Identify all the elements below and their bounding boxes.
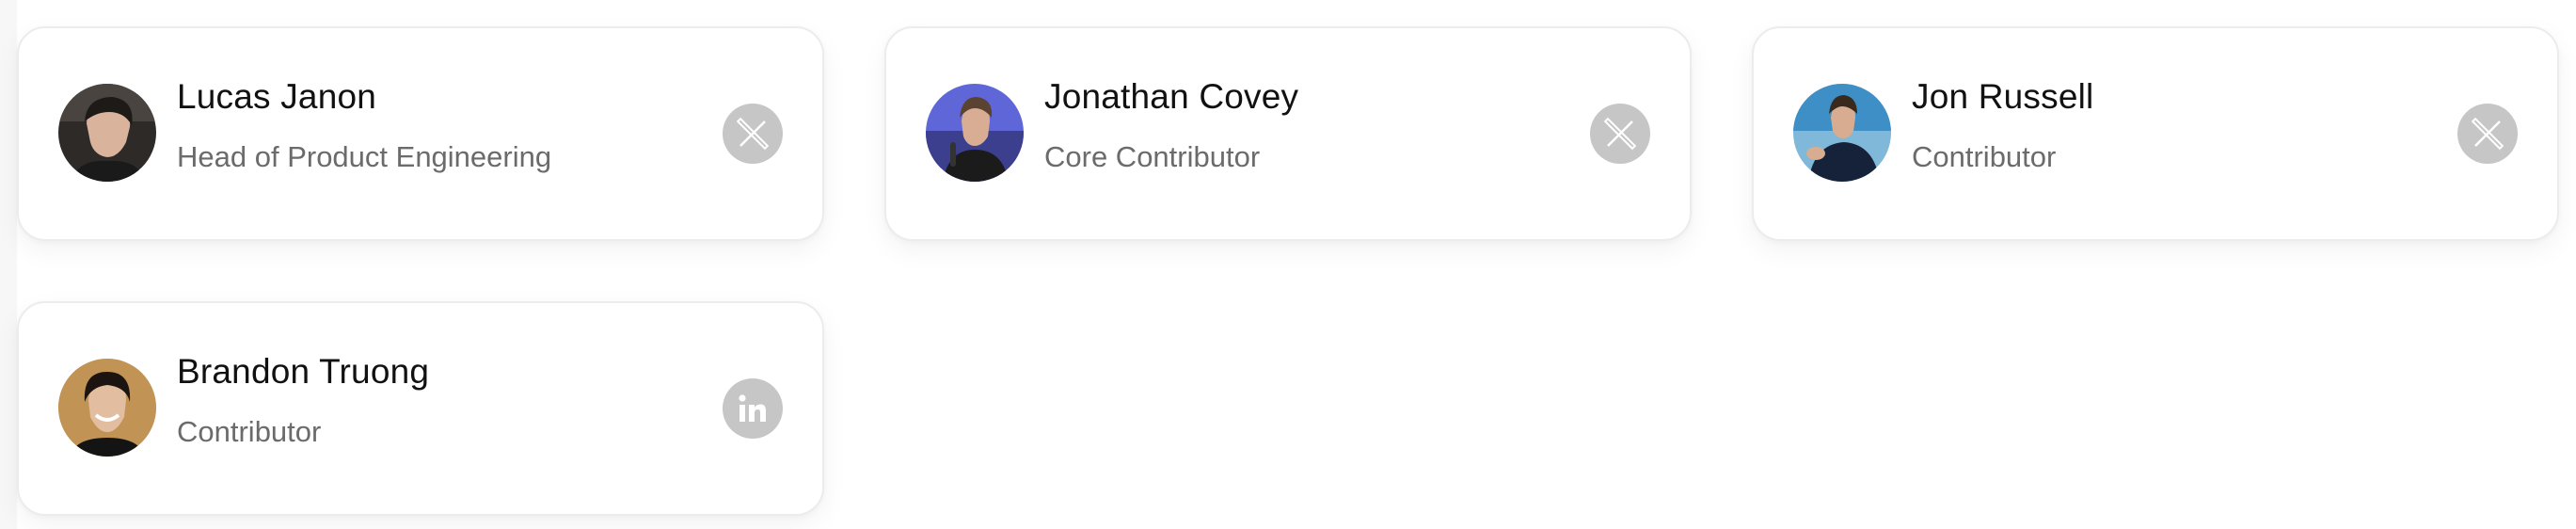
person-role: Core Contributor <box>1044 140 1261 173</box>
person-name: Jonathan Covey <box>1044 77 1299 116</box>
x-icon <box>1603 117 1637 151</box>
person-info: Jonathan Covey Core Contributor <box>1044 79 1298 171</box>
person-info: Jon Russell Contributor <box>1912 79 2093 171</box>
avatar <box>926 84 1024 182</box>
avatar <box>58 84 156 182</box>
team-grid: Lucas Janon Head of Product Engineering <box>17 26 2559 516</box>
linkedin-link-button[interactable] <box>723 378 783 439</box>
x-link-button[interactable] <box>1590 104 1650 164</box>
person-role: Contributor <box>1912 140 2057 173</box>
team-card: Brandon Truong Contributor <box>17 301 824 516</box>
avatar <box>1793 84 1891 182</box>
x-icon <box>736 117 770 151</box>
team-card: Jonathan Covey Core Contributor <box>884 26 1692 241</box>
person-name: Brandon Truong <box>177 352 430 391</box>
person-info: Lucas Janon Head of Product Engineering <box>177 79 551 171</box>
team-card: Jon Russell Contributor <box>1752 26 2559 241</box>
person-role: Head of Product Engineering <box>177 140 552 173</box>
x-link-button[interactable] <box>2457 104 2518 164</box>
person-name: Lucas Janon <box>177 77 377 116</box>
person-info: Brandon Truong Contributor <box>177 354 429 446</box>
avatar <box>58 359 156 457</box>
linkedin-icon <box>739 394 766 422</box>
person-role: Contributor <box>177 415 322 448</box>
team-section: Lucas Janon Head of Product Engineering <box>0 0 2576 529</box>
x-link-button[interactable] <box>723 104 783 164</box>
x-icon <box>2471 117 2504 151</box>
person-name: Jon Russell <box>1912 77 2094 116</box>
team-card: Lucas Janon Head of Product Engineering <box>17 26 824 241</box>
